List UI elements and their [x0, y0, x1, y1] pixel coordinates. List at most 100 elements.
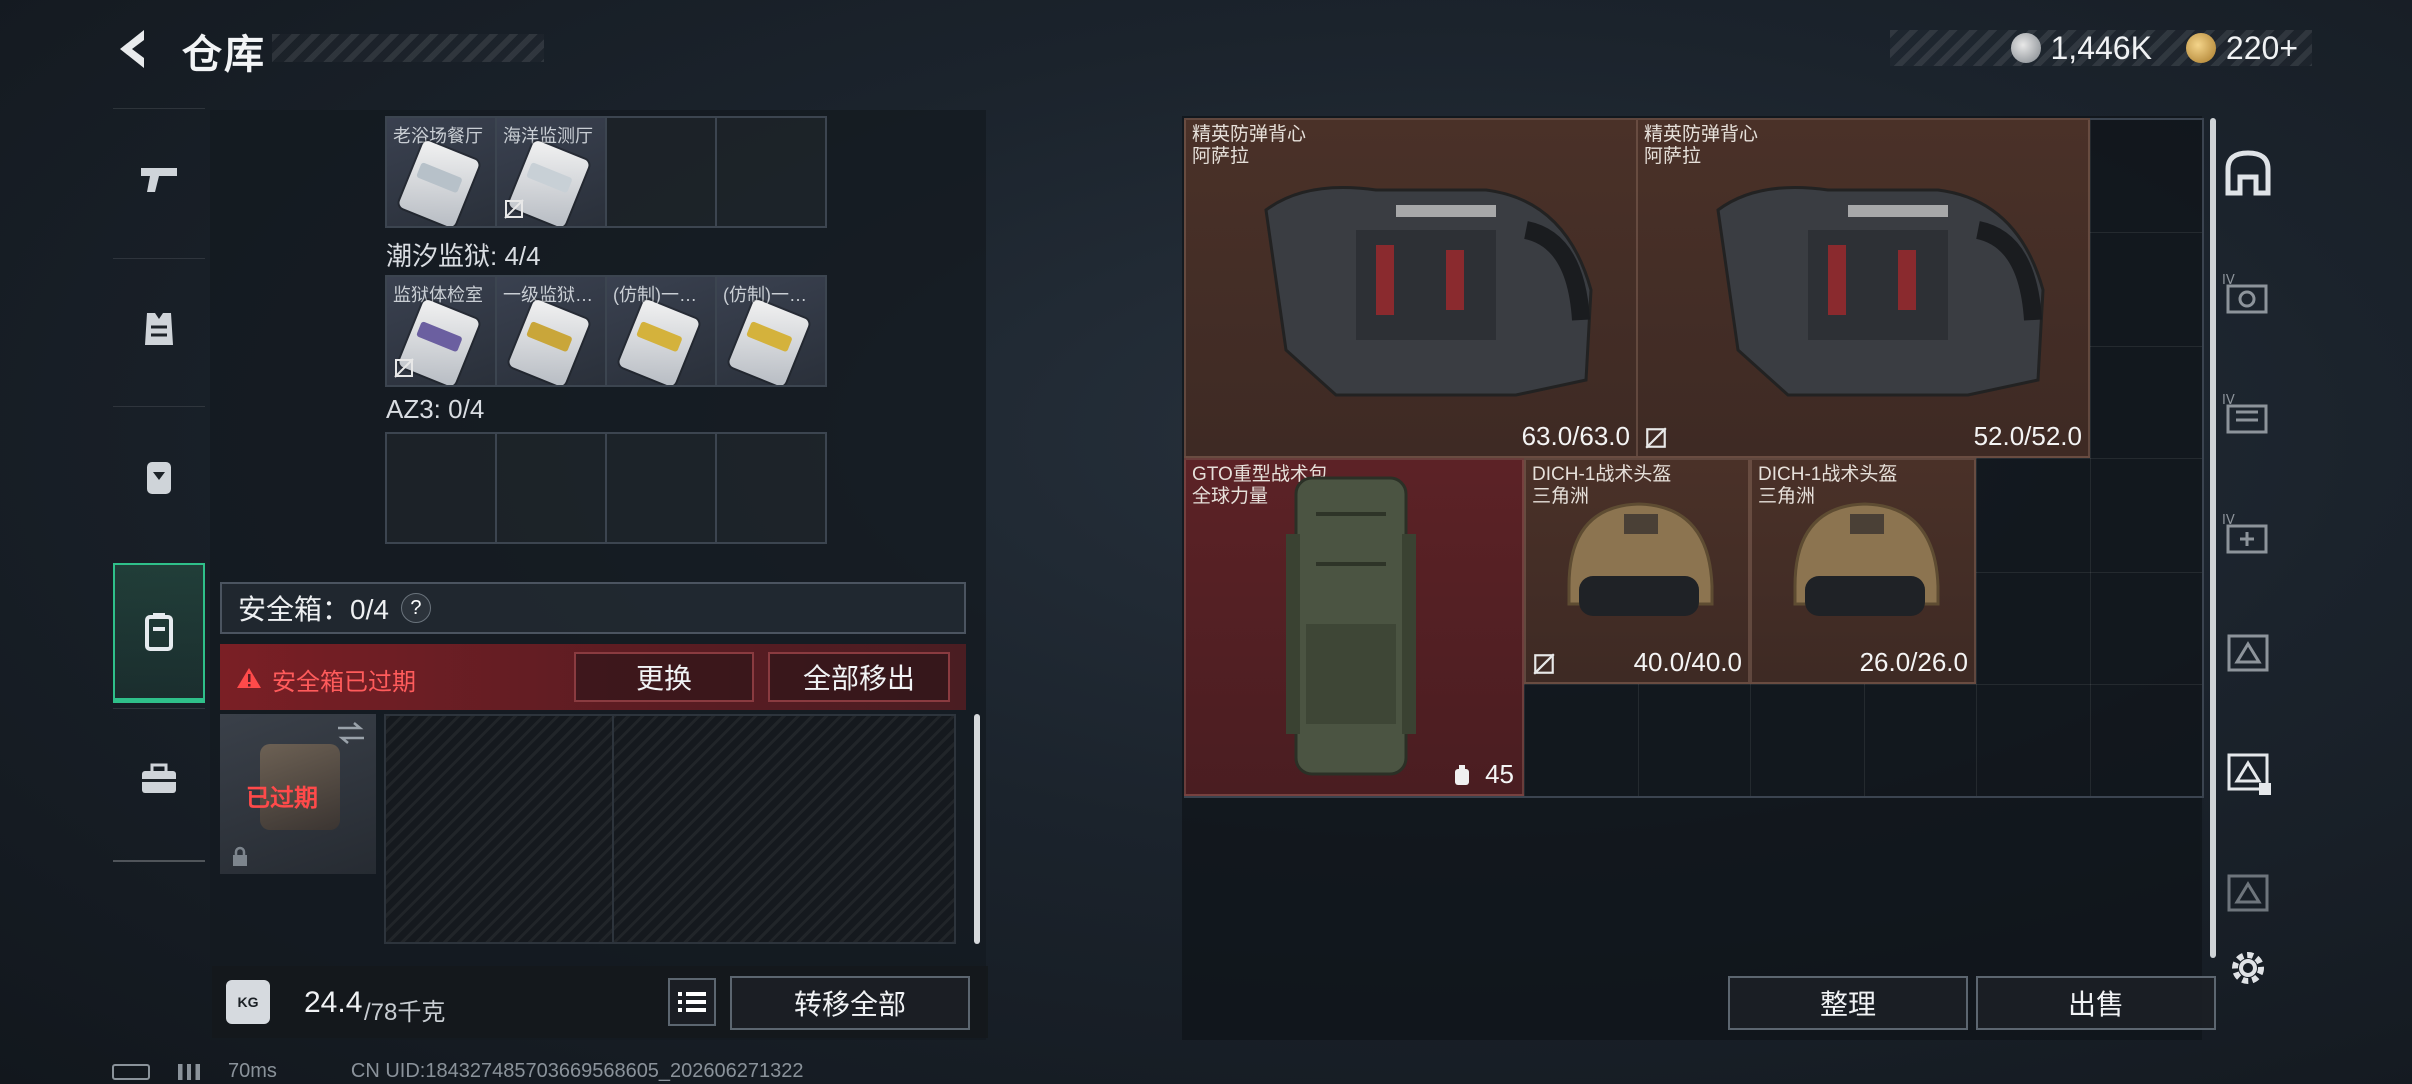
stash-iv-plus-icon: IV [2222, 513, 2268, 554]
back-button[interactable] [110, 24, 160, 74]
tab-stash-home[interactable] [2212, 118, 2284, 228]
home-stash-icon [2225, 150, 2271, 196]
sell-button[interactable]: 出售 [1976, 976, 2216, 1030]
expired-badge: 已过期 [246, 785, 318, 812]
tab-stash-5[interactable] [2212, 598, 2284, 708]
lock-icon [233, 846, 247, 866]
keycard-grid-row-2: 监狱体检室 一级监狱… (仿制)一… (仿制)一… [385, 275, 827, 387]
safebox-item-slot[interactable]: 已过期 [220, 714, 376, 874]
tab-stash-2[interactable]: IV [2212, 238, 2284, 348]
safebox-expired-text: 安全箱已过期 [272, 669, 416, 696]
stash-iv-camera-icon: IV [2222, 273, 2268, 314]
ping-text: 70ms [228, 1060, 277, 1082]
stash-item-backpack[interactable]: GTO重型战术包 全球力量 45 [1184, 458, 1524, 796]
tab-stash-4[interactable]: IV [2212, 478, 2284, 588]
stash-item-helmet[interactable]: DICH-1战术头盔 三角洲 26.0/26.0 [1750, 458, 1976, 684]
empty-slot[interactable] [605, 432, 717, 544]
section-title-prison: 潮汐监狱: 4/4 [386, 241, 541, 271]
tab-stash-3[interactable]: IV [2212, 358, 2284, 468]
currency-bar: 1,446K 220+ [1890, 30, 2312, 66]
weight-kg-icon: KG [226, 980, 270, 1024]
silver-coin-icon [2010, 33, 2041, 63]
silver-currency-value: 1,446K [2050, 29, 2152, 66]
keycard-slot[interactable]: 一级监狱… [495, 275, 607, 387]
weight-footer: KG 24.4 /78千克 转移全部 [212, 966, 988, 1038]
signal-icon [178, 1063, 200, 1080]
no-trade-icon [1645, 427, 1667, 449]
stash-item-vest[interactable]: 精英防弹背心 阿萨拉 63.0/63.0 [1184, 118, 1638, 458]
keycard-slot[interactable]: (仿制)一… [605, 275, 717, 387]
keycard-grid-row-1: 老浴场餐厅 海洋监测厅 [385, 116, 827, 228]
backpack-capacity: 45 [1485, 759, 1514, 789]
stash-item-vest[interactable]: 精英防弹背心 阿萨拉 52.0/52.0 [1636, 118, 2090, 458]
item-name: 精英防弹背心 阿萨拉 [1192, 124, 1307, 167]
keycard-image [727, 298, 811, 385]
stash-triangle-dim-icon [2227, 874, 2269, 912]
status-bar: 70ms CN UID:184327485703669568605_202606… [112, 1060, 804, 1083]
battery-icon [112, 1063, 150, 1080]
empty-slot[interactable] [605, 116, 717, 228]
empty-slot[interactable] [495, 432, 607, 544]
sort-button[interactable]: 整理 [1728, 976, 1968, 1030]
helmet-image [1567, 502, 1714, 616]
safebox-header: 安全箱：0/4 ? [220, 582, 966, 634]
weight-max: /78千克 [364, 999, 446, 1026]
list-icon [678, 992, 706, 1012]
uid-text: CN UID:184327485703669568605_20260627132… [350, 1060, 804, 1082]
section-title-az3: AZ3: 0/4 [386, 394, 485, 424]
toolbox-icon [142, 763, 176, 793]
backpack-icon [147, 461, 171, 494]
stash-iv-box-icon: IV [2222, 393, 2268, 434]
settings-gear-icon [2232, 952, 2264, 984]
tab-toolbox[interactable] [113, 708, 205, 848]
tab-safebox[interactable] [113, 563, 205, 703]
safebox-icon [145, 612, 173, 651]
stash-triangle-icon [2227, 634, 2269, 672]
no-trade-icon [1533, 653, 1555, 675]
no-trade-icon [394, 358, 414, 378]
stash-tab-rail: IV IV IV [2212, 118, 2284, 1018]
move-all-out-button[interactable]: 全部移出 [768, 652, 950, 702]
pistol-icon [141, 167, 177, 192]
page-title: 仓库 [182, 33, 266, 77]
keycard-slot[interactable]: 老浴场餐厅 [385, 116, 497, 228]
tab-backpack[interactable] [113, 406, 205, 546]
keycard-slot[interactable]: 监狱体检室 [385, 275, 497, 387]
empty-slot[interactable] [715, 432, 827, 544]
keycard-slot[interactable]: 海洋监测厅 [495, 116, 607, 228]
item-durability: 40.0/40.0 [1633, 647, 1742, 677]
item-name: 精英防弹背心 阿萨拉 [1644, 124, 1759, 167]
empty-slot[interactable] [715, 116, 827, 228]
keycard-image [617, 298, 701, 385]
safebox-storage-grid [384, 714, 956, 944]
tab-armor[interactable] [113, 258, 205, 398]
stash-item-helmet[interactable]: DICH-1战术头盔 三角洲 40.0/40.0 [1524, 458, 1750, 684]
transfer-all-button[interactable]: 转移全部 [730, 976, 970, 1030]
armor-vest-image [1264, 186, 1593, 397]
list-view-button[interactable] [668, 978, 716, 1026]
keycard-image [397, 139, 481, 226]
az3-grid-row [385, 432, 827, 544]
left-tab-bar [113, 108, 205, 863]
tab-weapons[interactable] [113, 108, 205, 248]
settings-button[interactable] [2212, 928, 2284, 1008]
keycard-image [507, 298, 591, 385]
gold-currency-value[interactable]: 220+ [2226, 30, 2298, 67]
replace-button[interactable]: 更换 [574, 652, 754, 702]
armor-vest-image [1716, 186, 2045, 397]
tab-bar-divider [113, 860, 205, 862]
keycard-slot[interactable]: (仿制)一… [715, 275, 827, 387]
empty-slot[interactable] [385, 432, 497, 544]
help-icon[interactable]: ? [400, 593, 431, 623]
back-arrow-icon [120, 30, 144, 68]
safebox-expired-bar: 安全箱已过期 更换 全部移出 [220, 644, 966, 710]
backpack-image [1286, 476, 1416, 776]
armor-vest-icon [145, 312, 173, 345]
backpack-capacity-icon [1455, 765, 1469, 785]
left-scrollbar[interactable] [974, 714, 980, 944]
item-durability: 52.0/52.0 [1973, 421, 2082, 451]
tab-stash-6[interactable] [2212, 718, 2284, 828]
swap-icon[interactable] [336, 722, 366, 744]
helmet-image [1793, 502, 1940, 616]
stash-triangle-locked-icon [2227, 753, 2271, 795]
